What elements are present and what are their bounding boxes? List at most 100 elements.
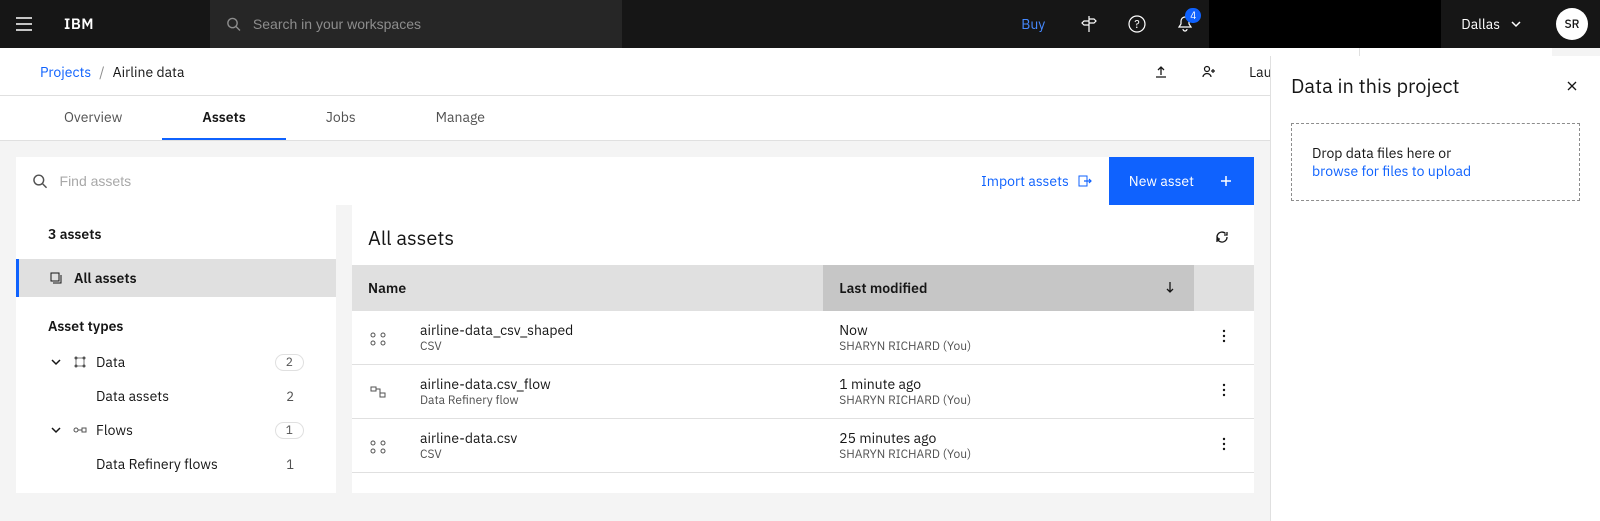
browse-files-link[interactable]: browse for files to upload — [1312, 162, 1471, 180]
ibm-logo: IBM — [48, 15, 110, 34]
hamburger-menu-button[interactable] — [0, 0, 48, 48]
notification-badge: 4 — [1185, 8, 1201, 23]
tree-refinery-flows[interactable]: Data Refinery flows 1 — [16, 447, 336, 481]
import-assets-button[interactable]: Import assets — [965, 172, 1109, 190]
signpost-icon — [1079, 14, 1099, 34]
add-collaborator-button[interactable] — [1185, 48, 1233, 96]
modified-time: 25 minutes ago — [839, 429, 1178, 447]
data-asset-icon — [368, 436, 388, 456]
find-assets-field[interactable] — [16, 173, 965, 189]
find-assets-input[interactable] — [60, 173, 950, 189]
header-blackout-area — [1209, 0, 1441, 48]
global-search-input[interactable] — [253, 16, 606, 32]
refresh-button[interactable] — [1206, 221, 1238, 253]
asset-name: airline-data.csv_flow — [420, 375, 807, 393]
modified-time: 1 minute ago — [839, 375, 1178, 393]
assets-toolbar: Import assets New asset — [16, 157, 1254, 205]
data-icon — [72, 354, 88, 370]
asset-types-heading: Asset types — [16, 297, 336, 345]
flow-asset-icon — [368, 382, 388, 402]
assets-table: Name Last modified — [352, 265, 1254, 473]
asset-type: CSV — [420, 339, 807, 354]
data-panel-heading: Data in this project — [1291, 72, 1460, 99]
svg-text:?: ? — [1135, 18, 1140, 32]
overflow-icon — [1216, 328, 1232, 344]
search-icon — [226, 16, 241, 32]
asset-type: CSV — [420, 447, 807, 462]
buy-link[interactable]: Buy — [1001, 0, 1065, 48]
tree-data-assets-count: 2 — [286, 388, 304, 405]
search-icon — [32, 173, 48, 189]
table-heading: All assets — [368, 224, 454, 251]
user-avatar[interactable]: SR — [1556, 8, 1588, 40]
tree-data[interactable]: Data 2 — [16, 345, 336, 379]
sidebar-all-assets[interactable]: All assets — [16, 259, 336, 297]
table-row[interactable]: airline-data.csv_flow Data Refinery flow… — [352, 365, 1254, 419]
column-last-modified[interactable]: Last modified — [823, 265, 1194, 311]
asset-name: airline-data.csv — [420, 429, 807, 447]
overflow-icon — [1216, 436, 1232, 452]
row-menu-button[interactable] — [1216, 328, 1232, 344]
new-asset-label: New asset — [1129, 172, 1194, 190]
data-asset-icon — [368, 328, 388, 348]
modified-user: SHARYN RICHARD (You) — [839, 447, 1178, 462]
file-dropzone[interactable]: Drop data files here or browse for files… — [1291, 123, 1580, 201]
flow-icon — [72, 422, 88, 438]
row-menu-button[interactable] — [1216, 382, 1232, 398]
data-panel: Data in this project Drop data files her… — [1270, 56, 1600, 521]
hamburger-icon — [14, 14, 34, 34]
project-tabs: Overview Assets Jobs Manage — [0, 96, 1270, 141]
tree-refinery-flows-label: Data Refinery flows — [96, 455, 218, 473]
stack-icon — [48, 270, 64, 286]
upload-button[interactable] — [1137, 48, 1185, 96]
region-selector[interactable]: Dallas — [1441, 0, 1544, 48]
tab-assets[interactable]: Assets — [162, 96, 285, 140]
breadcrumb-current: Airline data — [113, 63, 185, 81]
global-header: IBM Buy ? 4 Dallas SR — [0, 0, 1600, 48]
close-panel-button[interactable] — [1564, 78, 1580, 94]
import-icon — [1077, 173, 1093, 189]
upload-icon — [1153, 64, 1169, 80]
new-asset-button[interactable]: New asset — [1109, 157, 1254, 205]
assets-sidebar: 3 assets All assets Asset types Data 2 — [16, 205, 336, 493]
import-assets-label: Import assets — [981, 172, 1069, 190]
signpost-button[interactable] — [1065, 0, 1113, 48]
notifications-button[interactable]: 4 — [1161, 0, 1209, 48]
column-name[interactable]: Name — [352, 265, 823, 311]
plus-icon — [1218, 173, 1234, 189]
tree-flows-count: 1 — [275, 422, 304, 439]
global-search[interactable] — [210, 0, 622, 48]
column-menu — [1194, 265, 1254, 311]
tree-flows[interactable]: Flows 1 — [16, 413, 336, 447]
tab-overview[interactable]: Overview — [24, 96, 162, 140]
tree-data-assets[interactable]: Data assets 2 — [16, 379, 336, 413]
assets-count-label: 3 assets — [16, 217, 336, 259]
table-row[interactable]: airline-data.csv CSV 25 minutes ago SHAR… — [352, 419, 1254, 473]
chevron-down-icon — [48, 422, 64, 438]
modified-user: SHARYN RICHARD (You) — [839, 393, 1178, 408]
modified-time: Now — [839, 321, 1178, 339]
table-row[interactable]: airline-data_csv_shaped CSV Now SHARYN R… — [352, 311, 1254, 365]
asset-name: airline-data_csv_shaped — [420, 321, 807, 339]
chevron-down-icon — [48, 354, 64, 370]
tree-data-count: 2 — [275, 354, 304, 371]
breadcrumb-projects-link[interactable]: Projects — [40, 63, 91, 81]
row-menu-button[interactable] — [1216, 436, 1232, 452]
tab-jobs[interactable]: Jobs — [286, 96, 396, 140]
asset-type: Data Refinery flow — [420, 393, 807, 408]
user-plus-icon — [1201, 64, 1217, 80]
tree-refinery-flows-count: 1 — [286, 456, 304, 473]
help-button[interactable]: ? — [1113, 0, 1161, 48]
sidebar-all-assets-label: All assets — [74, 269, 137, 287]
tree-data-assets-label: Data assets — [96, 387, 169, 405]
breadcrumb-separator: / — [99, 63, 104, 81]
tab-manage[interactable]: Manage — [396, 96, 525, 140]
refresh-icon — [1214, 229, 1230, 245]
tree-flows-label: Flows — [96, 421, 133, 439]
arrow-down-icon — [1162, 279, 1178, 295]
region-label: Dallas — [1461, 15, 1500, 33]
modified-user: SHARYN RICHARD (You) — [839, 339, 1178, 354]
breadcrumb: Projects / Airline data — [40, 63, 184, 81]
dropzone-text-1: Drop data files here or — [1312, 144, 1451, 162]
tree-data-label: Data — [96, 353, 125, 371]
